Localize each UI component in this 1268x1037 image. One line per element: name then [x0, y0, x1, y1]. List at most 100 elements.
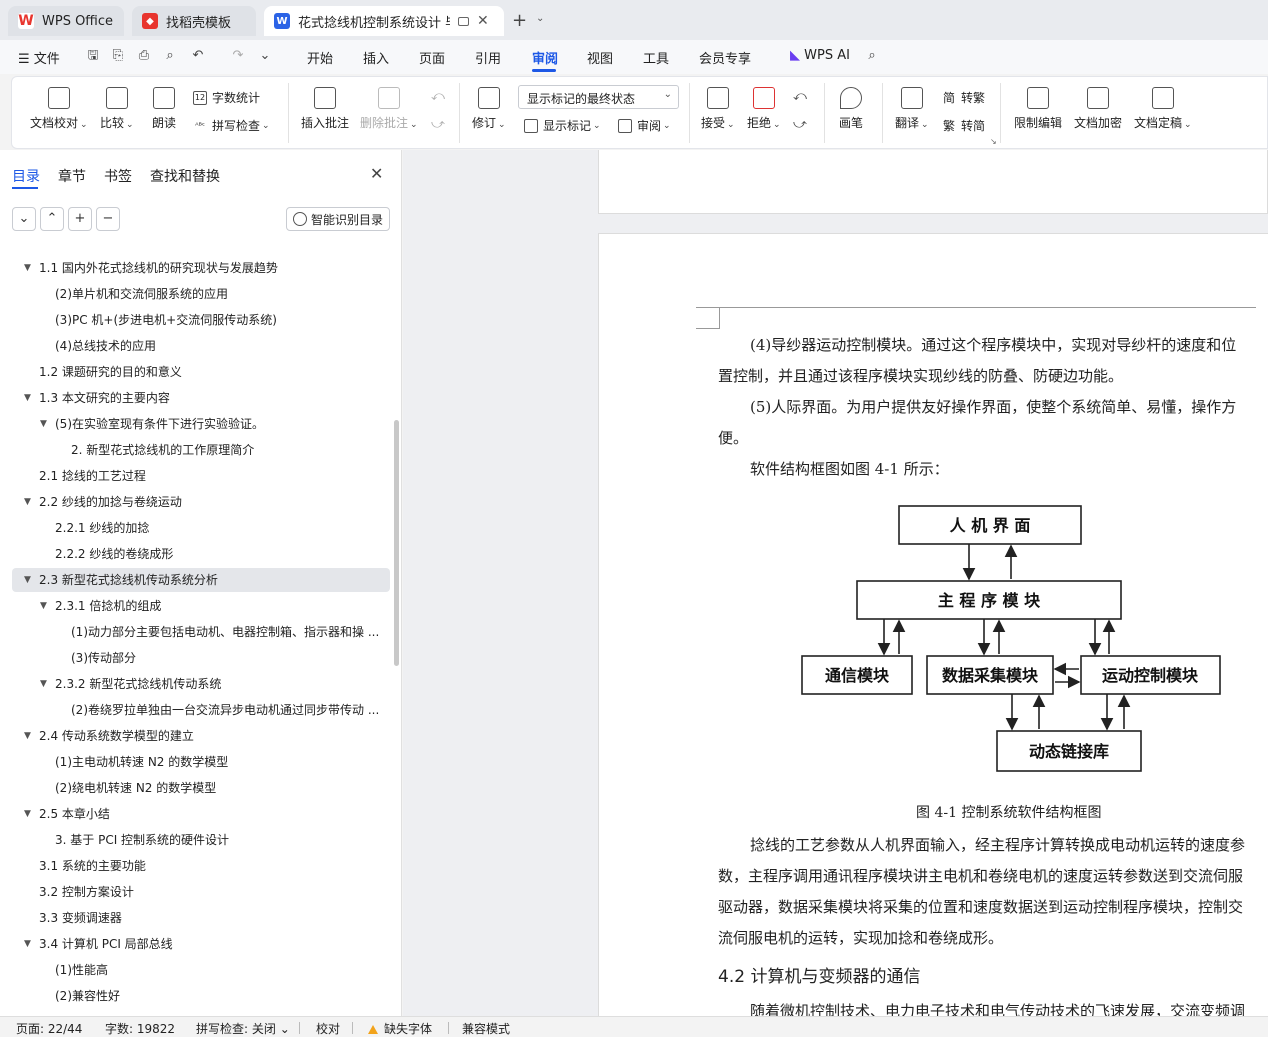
tab-wps-office[interactable]: W WPS Office — [8, 6, 124, 36]
next-change-icon[interactable]: ⤻ — [792, 117, 808, 133]
tab-toc[interactable]: 目录 — [12, 166, 40, 186]
expand-down-button[interactable]: ⌄ — [12, 207, 36, 231]
menu-review[interactable]: 审阅 — [532, 48, 558, 67]
group-expand-icon[interactable]: ↘ — [990, 137, 997, 146]
toc-item[interactable]: (2)兼容性好 — [55, 984, 380, 1008]
toc-item[interactable]: 2.2.2 纱线的卷绕成形 — [55, 542, 380, 566]
close-panel-icon[interactable]: ✕ — [370, 164, 383, 183]
toc-item[interactable]: 3.1 系统的主要功能 — [39, 854, 380, 878]
toc-item[interactable]: 2.3.1 倍捻机的组成 — [55, 594, 380, 618]
toc-item[interactable]: (4)总线技术的应用 — [55, 334, 380, 358]
toc-scrollbar[interactable] — [394, 420, 399, 666]
remove-heading-button[interactable]: − — [96, 207, 120, 231]
toc-item[interactable]: 2. 新型花式捻线机的工作原理简介 — [71, 438, 380, 462]
toc-item[interactable]: (1)动力部分主要包括电动机、电器控制箱、指示器和操 ... — [71, 620, 380, 644]
wps-ai-button[interactable]: ◣ WPS AI — [790, 48, 850, 63]
expand-arrow-icon[interactable]: ▼ — [24, 490, 31, 514]
restrict-edit-button[interactable]: 限制编辑 — [1014, 87, 1062, 131]
smart-toc-button[interactable]: 智能识别目录 — [286, 207, 390, 231]
menu-reference[interactable]: 引用 — [475, 48, 501, 67]
expand-arrow-icon[interactable]: ▼ — [40, 672, 47, 696]
previous-comment-icon[interactable]: ⤺ — [430, 89, 446, 105]
spell-check-status[interactable]: 拼写检查: 关闭 ⌄ — [196, 1020, 290, 1037]
expand-arrow-icon[interactable]: ▼ — [40, 412, 47, 436]
next-comment-icon[interactable]: ⤻ — [430, 117, 446, 133]
toc-item[interactable]: 1.1 国内外花式捻线机的研究现状与发展趋势 — [39, 256, 380, 280]
print-icon[interactable]: ⎙ — [136, 48, 152, 64]
compare-button[interactable]: 比较 ⌄ — [100, 87, 134, 131]
export-icon[interactable]: ⎘ — [110, 48, 126, 64]
toc-item[interactable]: 2.3.2 新型花式捻线机传动系统 — [55, 672, 380, 696]
review-pane-button[interactable]: 审阅 ⌄ — [618, 117, 671, 134]
expand-arrow-icon[interactable]: ▼ — [24, 802, 31, 826]
accept-button[interactable]: 接受 ⌄ — [701, 87, 735, 131]
missing-font-status[interactable]: 缺失字体 — [368, 1020, 432, 1037]
undo-icon[interactable]: ↶ — [190, 48, 206, 64]
show-markup-button[interactable]: 显示标记 ⌄ — [524, 117, 601, 134]
toc-item[interactable]: (2)单片机和交流伺服系统的应用 — [55, 282, 380, 306]
expand-arrow-icon[interactable]: ▼ — [24, 256, 31, 280]
expand-arrow-icon[interactable]: ▼ — [24, 386, 31, 410]
add-heading-button[interactable]: + — [68, 207, 92, 231]
insert-comment-button[interactable]: 插入批注 — [301, 87, 349, 131]
toc-item[interactable]: 3.2 控制方案设计 — [39, 880, 380, 904]
toc-item[interactable]: 2.2.1 纱线的加捻 — [55, 516, 380, 540]
tab-bookmarks[interactable]: 书签 — [104, 166, 132, 186]
tab-current-document[interactable]: W 花式捻线机控制系统设计 毕业 ✕ — [264, 6, 504, 36]
menu-page[interactable]: 页面 — [419, 48, 445, 67]
tab-find-replace[interactable]: 查找和替换 — [150, 166, 220, 186]
proofread-status[interactable]: 校对 — [316, 1020, 340, 1037]
toc-item[interactable]: 2.5 本章小结 — [39, 802, 380, 826]
toc-item[interactable]: (1)主电动机转速 N2 的数学模型 — [55, 750, 380, 774]
monitor-icon[interactable] — [458, 16, 469, 26]
collapse-up-button[interactable]: ⌃ — [40, 207, 64, 231]
tab-chapters[interactable]: 章节 — [58, 166, 86, 186]
toc-item[interactable]: (3)传动部分 — [71, 646, 380, 670]
document-area[interactable]: (4)导纱器运动控制模块。通过这个程序模块中，实现对导纱杆的速度和位 置控制，并… — [403, 150, 1268, 1016]
expand-arrow-icon[interactable]: ▼ — [40, 594, 47, 618]
toc-item[interactable]: 1.3 本文研究的主要内容 — [39, 386, 380, 410]
file-menu[interactable]: ☰ 文件 — [18, 48, 60, 67]
spell-check-button[interactable]: ᴬᴮᶜ 拼写检查 ⌄ — [193, 117, 270, 134]
toc-item[interactable]: 2.4 传动系统数学模型的建立 — [39, 724, 380, 748]
to-traditional-button[interactable]: 简 转繁 — [942, 89, 985, 106]
read-aloud-button[interactable]: 朗读 — [152, 87, 176, 131]
word-count-status[interactable]: 字数: 19822 — [105, 1020, 175, 1037]
close-icon[interactable]: ✕ — [477, 13, 489, 29]
toc-item[interactable]: 2.2 纱线的加捻与卷绕运动 — [39, 490, 380, 514]
toc-item[interactable]: 3.4 计算机 PCI 局部总线 — [39, 932, 380, 956]
menu-insert[interactable]: 插入 — [363, 48, 389, 67]
expand-arrow-icon[interactable]: ▼ — [24, 568, 31, 592]
toc-item[interactable]: 3.3 变频调速器 — [39, 906, 380, 930]
track-changes-button[interactable]: 修订 ⌄ — [472, 87, 506, 131]
expand-arrow-icon[interactable]: ▼ — [24, 932, 31, 956]
toc-item[interactable]: 2.1 捻线的工艺过程 — [39, 464, 380, 488]
encrypt-button[interactable]: 文档加密 — [1074, 87, 1122, 131]
finalize-button[interactable]: 文档定稿 ⌄ — [1134, 87, 1192, 131]
menu-tools[interactable]: 工具 — [643, 48, 669, 67]
search-icon[interactable]: ⌕ — [864, 48, 880, 64]
to-simplified-button[interactable]: 繁 转简 — [942, 117, 985, 134]
toc-item[interactable]: (5)在实验室现有条件下进行实验验证。 — [55, 412, 380, 436]
previous-change-icon[interactable]: ⤺ — [792, 89, 808, 105]
toc-item[interactable]: 3. 基于 PCI 控制系统的硬件设计 — [55, 828, 380, 852]
word-count-button[interactable]: 12 字数统计 — [193, 89, 260, 106]
chevron-down-icon[interactable]: ⌄ — [257, 48, 273, 64]
reject-button[interactable]: 拒绝 ⌄ — [747, 87, 781, 131]
expand-arrow-icon[interactable]: ▼ — [24, 724, 31, 748]
toc-item[interactable]: (2)卷绕罗拉单独由一台交流异步电动机通过同步带传动 ... — [71, 698, 380, 722]
toc-item[interactable]: (2)绕电机转速 N2 的数学模型 — [55, 776, 380, 800]
menu-view[interactable]: 视图 — [587, 48, 613, 67]
redo-icon[interactable]: ↷ — [230, 48, 246, 64]
markup-state-select[interactable]: 显示标记的最终状态 ⌄ — [518, 85, 679, 109]
translate-button[interactable]: 翻译 ⌄ — [895, 87, 929, 131]
toc-item[interactable]: (3)PC 机+(步进电机+交流伺服传动系统) — [55, 308, 380, 332]
toc-item[interactable]: 1.2 课题研究的目的和意义 — [39, 360, 380, 384]
pen-button[interactable]: 画笔 — [839, 87, 863, 131]
print-preview-icon[interactable]: ⌕ — [162, 48, 178, 64]
document-page[interactable]: (4)导纱器运动控制模块。通过这个程序模块中，实现对导纱杆的速度和位 置控制，并… — [598, 233, 1268, 1016]
chevron-down-icon[interactable]: ⌄ — [536, 13, 544, 24]
doc-check-button[interactable]: 文档校对 ⌄ — [30, 87, 88, 131]
save-icon[interactable]: 🖫 — [85, 48, 101, 64]
page-indicator[interactable]: 页面: 22/44 — [16, 1020, 82, 1037]
